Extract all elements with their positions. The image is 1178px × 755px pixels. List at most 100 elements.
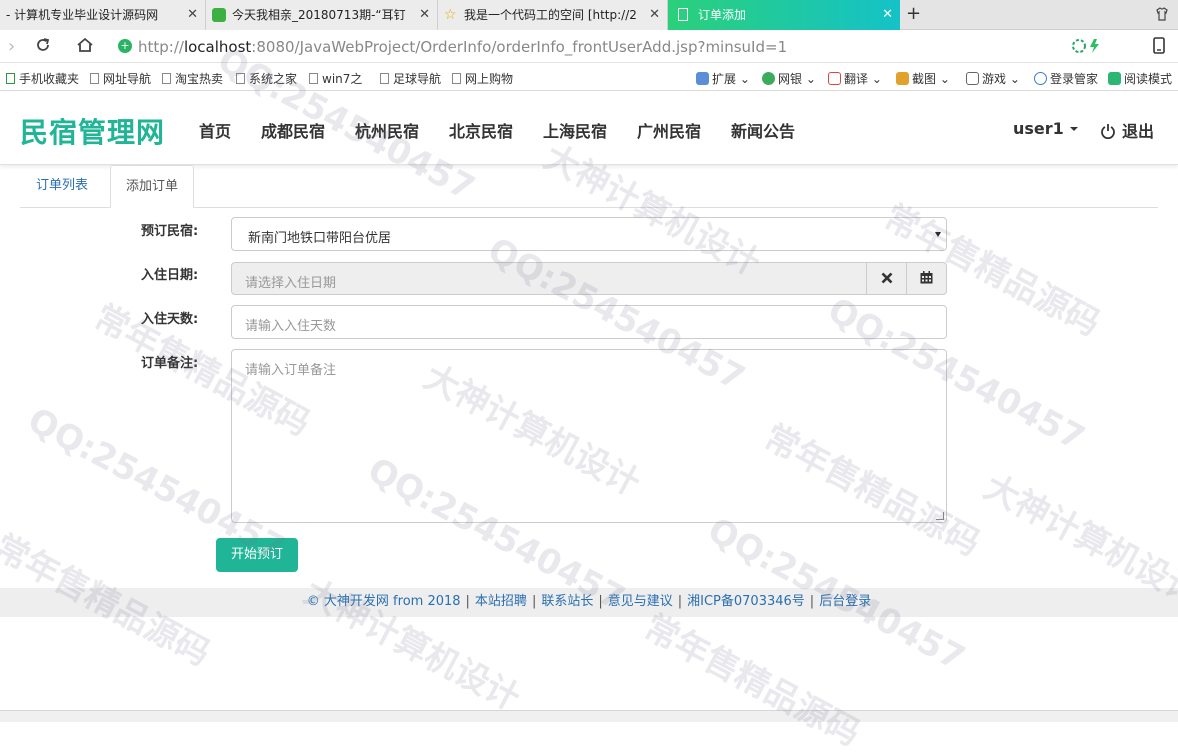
tool-label: 阅读模式 [1124,72,1173,86]
page-icon [236,73,245,84]
minsu-selected-value: 新南门地铁口带阳台优居 [248,231,392,246]
url-field[interactable]: http://localhost:8080/JavaWebProject/Ord… [138,38,787,56]
site-logo[interactable]: 民宿管理网 [20,111,165,151]
browser-tab[interactable]: ☆ 我是一个代码工的空间 [http://2 ✕ [438,0,668,30]
tool-label: 游戏 [982,72,1007,86]
order-memo-label: 订单备注: [141,356,199,371]
forward-icon[interactable]: › [8,36,15,57]
reload-icon[interactable] [34,36,52,59]
nav-news[interactable]: 新闻公告 [731,118,795,142]
calendar-button[interactable] [906,262,947,295]
page-icon [90,73,99,84]
close-tab-icon[interactable]: ✕ [882,0,893,30]
browser-tab-title: 我是一个代码工的空间 [http://2 [464,8,637,22]
browser-tab-title: 订单添加 [698,8,747,22]
bookmark-label: 网址导航 [103,72,152,86]
scissors-icon [896,72,909,85]
minsu-select[interactable]: 新南门地铁口带阳台优居 [231,217,947,251]
user-menu[interactable]: user1 [1013,119,1078,138]
url-path: :8080/JavaWebProject/OrderInfo/orderInfo… [251,38,788,56]
bookmark-label: 手机收藏夹 [19,72,80,86]
browser-tab[interactable]: 今天我相亲_20180713期-“耳钉 ✕ [206,0,438,30]
mobile-icon[interactable] [1152,37,1166,59]
bookmark-label: 系统之家 [249,72,298,86]
nav-guangzhou[interactable]: 广州民宿 [637,118,701,142]
tool-label: 扩展 [712,72,737,86]
memo-placeholder: 请输入订单备注 [245,363,337,378]
page-icon [452,73,461,84]
bookmark-label: 淘宝热卖 [175,72,224,86]
url-host: localhost [183,38,252,56]
bookmark-item[interactable]: 手机收藏夹 [6,70,79,87]
start-booking-button[interactable]: 开始预订 [216,538,298,572]
calendar-icon [920,271,933,284]
bookmark-item[interactable]: win7之 [309,70,362,87]
order-tabs: 订单列表 添加订单 [20,165,1158,208]
tool-label: 截图 [912,72,937,86]
stay-days-label: 入住天数: [141,312,199,327]
close-tab-icon[interactable]: ✕ [649,0,660,30]
browser-tab[interactable]: - 计算机专业毕业设计源码网 ✕ [0,0,206,30]
page-favicon-icon [678,8,688,21]
bookmark-label: 足球导航 [393,72,442,86]
bookmark-item[interactable]: 足球导航 [380,70,441,87]
grid-icon [696,72,709,85]
logout-button[interactable]: 退出 [1100,118,1154,142]
page-icon [309,73,318,84]
order-memo-textarea[interactable]: 请输入订单备注 [231,349,947,523]
page-icon [380,73,389,84]
browser-tab-active[interactable]: 订单添加 ✕ [668,0,900,30]
nav-hangzhou[interactable]: 杭州民宿 [355,118,419,142]
skin-icon[interactable] [1154,6,1170,22]
bookmarks-bar: 手机收藏夹 网址导航 淘宝热卖 系统之家 win7之 足球导航 网上购物 扩展 … [0,63,1178,91]
tool-translate[interactable]: 翻译 ⌄ [828,70,882,87]
nav-chengdu[interactable]: 成都民宿 [261,118,325,142]
tool-screenshot[interactable]: 截图 ⌄ [896,70,950,87]
book-icon [1108,72,1121,85]
tab-order-list[interactable]: 订单列表 [21,165,103,208]
checkin-date-input[interactable]: 请选择入住日期 [231,262,867,295]
tool-reader-mode[interactable]: 阅读模式 [1108,70,1172,87]
footer-link-jobs[interactable]: 本站招聘 [475,594,527,609]
close-tab-icon[interactable]: ✕ [187,0,198,30]
browser-status-bar [0,710,1178,722]
clear-date-button[interactable] [866,262,907,295]
power-icon [1101,124,1115,140]
tool-label: 翻译 [844,72,869,86]
tool-label: 登录管家 [1050,72,1099,86]
resize-grip-icon[interactable] [936,512,944,520]
browser-tab-strip: - 计算机专业毕业设计源码网 ✕ 今天我相亲_20180713期-“耳钉 ✕ ☆… [0,0,1178,30]
caret-down-icon [1069,127,1078,131]
footer-link-admin-login[interactable]: 后台登录 [819,594,871,609]
tool-games[interactable]: 游戏 ⌄ [966,70,1020,87]
nav-home[interactable]: 首页 [199,118,231,142]
bookmark-label: 网上购物 [465,72,514,86]
tool-extensions[interactable]: 扩展 ⌄ [696,70,750,87]
mobile-bookmark-icon [6,73,15,84]
days-placeholder: 请输入入住天数 [245,319,337,334]
footer-link-feedback[interactable]: 意见与建议 [608,594,673,609]
bookmark-item[interactable]: 淘宝热卖 [162,70,223,87]
key-icon [1034,72,1047,85]
site-footer: © 大神开发网 from 2018 | 本站招聘 | 联系站长 | 意见与建议 | 湘ICP备0… [0,588,1178,617]
footer-link-icp[interactable]: 湘ICP备0703346号 [687,594,805,609]
watermark-text: 常年售精品源码 [637,607,867,755]
gamepad-icon [966,72,979,85]
tool-bank[interactable]: 网银 ⌄ [762,70,816,87]
tool-login-manager[interactable]: 登录管家 [1034,70,1098,87]
close-icon [881,272,892,284]
stay-days-input[interactable]: 请输入入住天数 [231,305,947,339]
nav-shanghai[interactable]: 上海民宿 [543,118,607,142]
home-icon[interactable] [76,36,94,59]
bookmark-item[interactable]: 网址导航 [90,70,151,87]
extension-icon[interactable] [1072,38,1106,58]
tab-add-order[interactable]: 添加订单 [110,165,195,208]
bookmark-item[interactable]: 网上购物 [452,70,513,87]
bookmark-item[interactable]: 系统之家 [236,70,297,87]
secure-shield-icon: + [118,39,132,53]
page-icon [162,73,171,84]
new-tab-button[interactable]: + [906,3,921,24]
nav-beijing[interactable]: 北京民宿 [449,118,513,142]
footer-link-contact[interactable]: 联系站长 [541,594,593,609]
close-tab-icon[interactable]: ✕ [419,0,430,30]
